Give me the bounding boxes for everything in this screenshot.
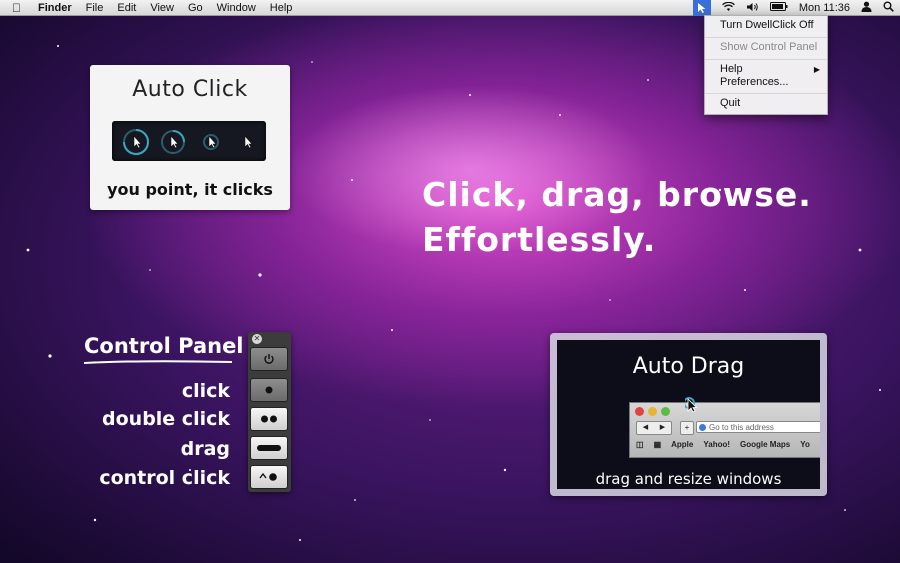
bookmark-item[interactable]: Yahoo! [703,440,730,449]
menu-file[interactable]: File [86,2,104,14]
label-click: click [181,380,230,402]
menu-go[interactable]: Go [188,2,203,14]
double-click-mode-button[interactable] [250,407,288,431]
auto-drag-title: Auto Drag [632,354,745,379]
menu-finder[interactable]: Finder [38,2,72,14]
grid-icon[interactable]: ▦ [654,440,662,449]
control-dot-icon [259,472,277,481]
browser-window-preview: ◀ ▶ + Go to this address ◫ ▦ Apple Yahoo!… [629,397,820,458]
headline-line-1: Click, drag, browse. [422,175,812,214]
single-dot-icon [265,386,273,394]
bookmark-item[interactable]: Apple [671,440,693,449]
dwell-ring-icon [244,135,253,149]
drag-cursor-icon [685,397,698,413]
label-double-click: double click [102,408,230,430]
menu-separator [705,59,827,60]
add-bookmark-button[interactable]: + [680,421,694,435]
apple-icon[interactable]:  [12,1,21,15]
dwell-ring-icon [123,129,149,155]
dwell-ring-icon [161,130,185,154]
forward-arrow-icon: ▶ [659,424,666,431]
turn-dwellclick-off-item[interactable]: Turn DwellClick Off [720,19,814,31]
power-icon [264,354,274,364]
menu-separator [705,37,827,38]
control-panel-title: Control Panel [84,334,244,358]
show-control-panel-item[interactable]: Show Control Panel [720,41,817,53]
back-forward-buttons[interactable]: ◀ ▶ [636,421,672,435]
menu-separator [705,93,827,94]
headline: Click, drag, browse. Effortlessly. [422,172,812,262]
dwell-ring-icon [203,134,219,150]
auto-click-card: Auto Click you point, it clicks [90,65,290,210]
volume-icon[interactable] [746,2,759,15]
preferences-item[interactable]: Preferences... [720,76,788,88]
auto-drag-demo: Auto Drag ◀ ▶ + Go to this address ◫ ▦ Ap… [557,340,820,489]
dwell-animation-strip [112,121,266,161]
double-dot-icon [261,415,277,423]
spotlight-icon[interactable] [883,1,894,15]
power-button[interactable] [250,347,288,371]
bookmark-item[interactable]: Google Maps [740,440,790,449]
globe-icon [699,424,706,431]
label-control-click: control click [99,467,230,489]
book-icon[interactable]: ◫ [636,440,644,449]
back-arrow-icon: ◀ [642,424,649,431]
dwellclick-menu: Turn DwellClick Off Show Control Panel H… [704,15,828,115]
menu-list: Finder File Edit View Go Window Help [38,2,292,14]
address-placeholder: Go to this address [709,423,774,432]
label-drag: drag [180,438,230,460]
minimize-dot-icon [648,407,657,416]
menu-window[interactable]: Window [217,2,256,14]
quit-item[interactable]: Quit [720,97,740,109]
close-icon[interactable]: ✕ [252,334,262,344]
dwellclick-icon[interactable] [692,0,711,16]
auto-drag-caption: drag and resize windows [595,470,782,488]
wifi-icon[interactable] [721,1,735,15]
control-panel: ✕ [248,332,291,492]
bookmarks-bar: ◫ ▦ Apple Yahoo! Google Maps Yo [636,440,810,449]
status-area: Mon 11:36 [692,0,894,16]
menu-view[interactable]: View [150,2,174,14]
click-mode-button[interactable] [250,378,288,402]
zoom-dot-icon [661,407,670,416]
auto-click-caption: you point, it clicks [107,180,273,199]
drag-bar-icon [257,445,281,451]
headline-line-2: Effortlessly. [422,220,657,259]
auto-drag-card: Auto Drag ◀ ▶ + Go to this address ◫ ▦ Ap… [550,333,827,496]
submenu-arrow-icon: ▶ [813,65,820,74]
control-click-mode-button[interactable] [250,465,288,489]
menu-help[interactable]: Help [270,2,293,14]
address-field[interactable]: Go to this address [696,421,820,433]
bookmark-item[interactable]: Yo [800,440,810,449]
close-dot-icon [635,407,644,416]
title-underline [83,360,233,364]
help-item[interactable]: Help [720,63,743,75]
menu-bar:  Finder File Edit View Go Window Help M… [0,0,900,16]
clock-label[interactable]: Mon 11:36 [799,2,850,14]
drag-mode-button[interactable] [250,436,288,460]
user-icon[interactable] [861,1,872,15]
auto-click-title: Auto Click [132,77,248,102]
menu-edit[interactable]: Edit [117,2,136,14]
battery-icon[interactable] [769,2,788,14]
